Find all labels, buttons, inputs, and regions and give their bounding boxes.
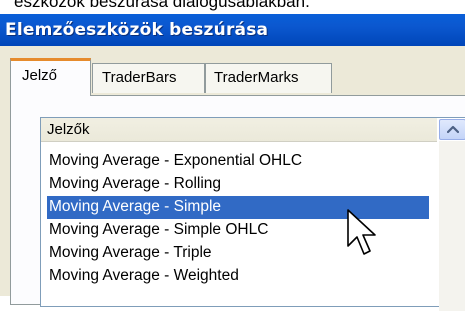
- dialog-titlebar[interactable]: Elemzőeszközök beszúrása: [0, 14, 465, 46]
- arrow-cursor-icon: [347, 209, 376, 255]
- dialog-title: Elemzőeszközök beszúrása: [5, 20, 269, 40]
- list-item[interactable]: Moving Average - Weighted: [47, 265, 427, 288]
- caption-text: eszközök beszúrása dialógusablakban.: [14, 0, 310, 11]
- tab-jelzo[interactable]: Jelző: [10, 58, 91, 96]
- tab-traderbars-label: TraderBars: [102, 69, 177, 86]
- caption-strip: eszközök beszúrása dialógusablakban.: [0, 0, 465, 14]
- tab-tradermarks[interactable]: TraderMarks: [205, 63, 332, 93]
- scroll-up-button[interactable]: [439, 119, 465, 140]
- list-column-header-label: Jelzők: [47, 121, 90, 138]
- tab-tradermarks-label: TraderMarks: [214, 69, 299, 86]
- indicator-list[interactable]: Jelzők Moving Average - Exponential OHLC…: [40, 117, 465, 311]
- list-item[interactable]: Moving Average - Exponential OHLC: [47, 150, 427, 173]
- list-column-header[interactable]: Jelzők: [41, 118, 437, 142]
- tab-jelzo-label: Jelző: [22, 67, 58, 84]
- tab-traderbars[interactable]: TraderBars: [92, 63, 205, 93]
- scrollbar-track[interactable]: [439, 141, 465, 311]
- chevron-up-icon: [447, 125, 459, 134]
- list-item[interactable]: Moving Average - Rolling: [47, 173, 427, 196]
